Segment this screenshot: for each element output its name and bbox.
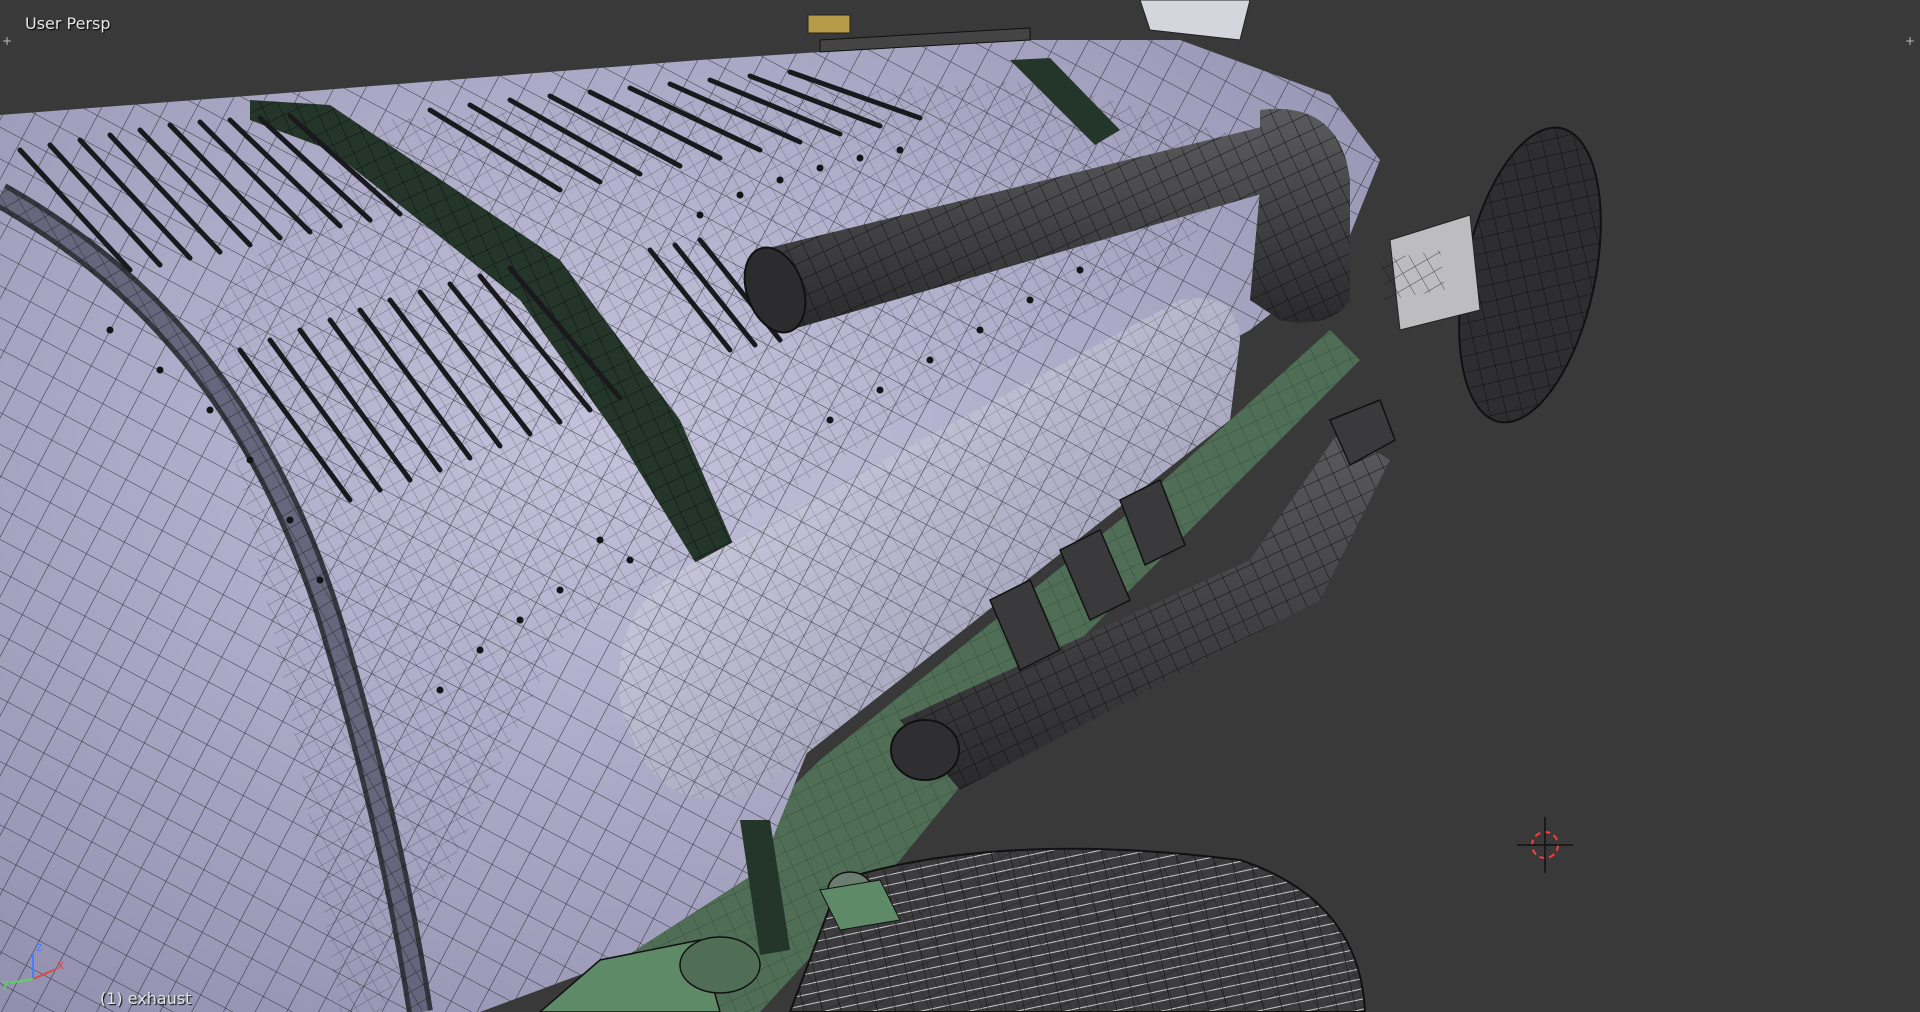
rear-wheel (788, 847, 1367, 1012)
split-area-plus-icon[interactable]: + (1904, 35, 1916, 47)
3d-viewport[interactable]: User Persp (1) exhaust + + z x y (0, 0, 1920, 1012)
active-object-label: (1) exhaust (100, 989, 192, 1008)
axis-y-label: y (2, 976, 9, 990)
viewport-view-name: User Persp (25, 14, 111, 33)
split-area-plus-icon[interactable]: + (1, 35, 13, 47)
scene-render[interactable] (0, 0, 1920, 1012)
axis-x-label: x (57, 958, 64, 972)
axis-x-line (32, 968, 57, 980)
axis-z-label: z (36, 940, 42, 954)
axis-y-line (9, 978, 34, 984)
axis-gizmo: z x y (2, 940, 64, 990)
3d-cursor-icon[interactable] (1517, 817, 1573, 873)
front-wheel (1380, 126, 1602, 424)
